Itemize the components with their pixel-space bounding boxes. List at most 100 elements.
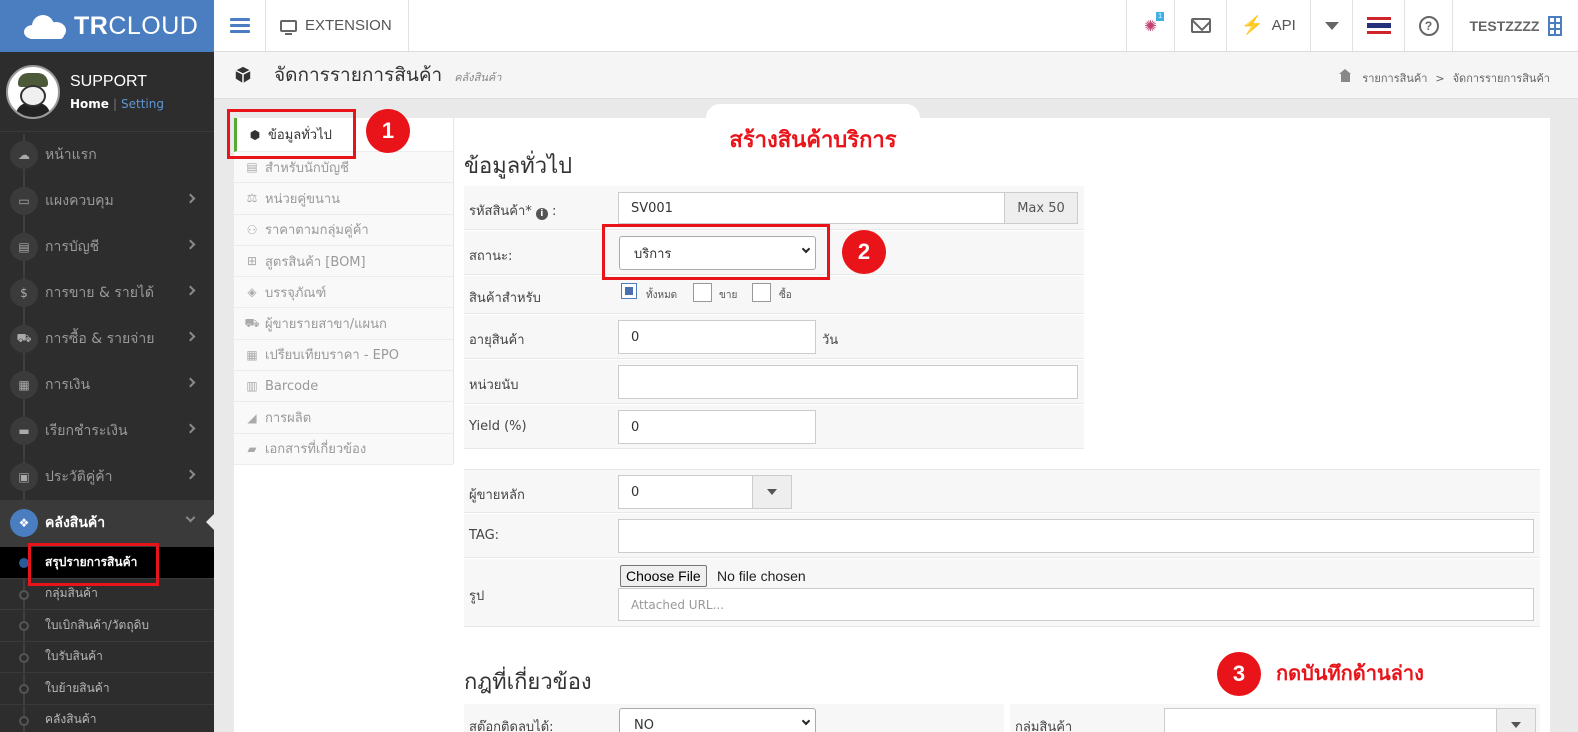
tab-label: สำหรับนักบัญชี [265,160,349,176]
breadcrumb: รายการสินค้า > จัดการรายการสินค้า [1339,69,1550,87]
tab-6[interactable]: ◈ บรรจุภัณฑ์ [234,277,453,309]
form-row-yield: Yield (%) 0 [464,405,1084,449]
tab-3[interactable]: ⚖ หน่วยคู่ขนาน [234,183,453,215]
bullet-icon [19,684,29,694]
credit-card-icon: ▬ [10,417,38,445]
page-subtitle: คลังสินค้า [454,71,502,84]
bullet-icon [19,652,29,663]
help-button[interactable]: ? [1404,0,1452,51]
user-menu[interactable]: TESTZZZZ [1452,0,1578,51]
yield-label: Yield (%) [469,419,527,434]
product-group-input[interactable] [1164,708,1536,732]
sidebar-item-label: หน้าแรก [45,147,97,163]
profile-name: SUPPORT [70,72,148,90]
sidebar-item-1[interactable]: ☁ หน้าแรก [0,132,214,178]
attached-url-input[interactable]: Attached URL... [618,588,1534,621]
sidebar-item-5[interactable]: ⛟ การซื้อ & รายจ่าย [0,316,214,362]
tab-9[interactable]: ▥ Barcode [234,371,453,403]
main-vendor-input[interactable]: 0 [618,475,754,509]
sidebar-item-6[interactable]: ▦ การเงิน [0,362,214,408]
form-row-age: อายุสินค้า 0 วัน [464,315,1084,359]
product-code-input[interactable]: SV001 [618,192,1006,224]
home-icon[interactable] [1339,69,1352,82]
users-icon: ⚇ [246,222,258,237]
sidebar-subitem[interactable]: ใบย้ายสินค้า [0,672,214,704]
vendor-dropdown-button[interactable] [752,475,792,509]
vendor-label: ผู้ขายหลัก [469,488,525,503]
sidebar-subitem[interactable]: คลังสินค้า [0,703,214,732]
sidebar-item-warehouse[interactable]: ❖ คลังสินค้า [0,500,214,546]
sidebar-item-label: คลังสินค้า [45,515,106,531]
tab-label: ราคาตามกลุ่มคู่ค้า [265,223,369,239]
user-name: TESTZZZZ [1469,17,1540,34]
yield-input[interactable]: 0 [618,410,816,444]
negative-stock-select[interactable]: NO [619,708,816,732]
setting-link[interactable]: Setting [121,97,164,111]
language-button[interactable] [1352,0,1404,51]
sidebar-item-label: เรียกชำระเงิน [45,423,128,439]
profile: SUPPORT Home | Setting [0,52,214,132]
sidebar-item-8[interactable]: ▣ ประวัติคู่ค้า [0,454,214,500]
tab-label: เปรียบเทียบราคา - EPO [265,348,399,364]
annotation-note: กดบันทึกด้านล่าง [1276,661,1424,685]
tag-input[interactable] [618,519,1534,553]
tab-8[interactable]: ▦ เปรียบเทียบราคา - EPO [234,340,453,372]
form-row-vendor: ผู้ขายหลัก 0 [464,469,1540,513]
page-title: จัดการรายการสินค้า [274,65,443,86]
all-checkbox[interactable] [621,283,637,299]
brand-logo[interactable]: TRCLOUD [0,0,214,52]
avatar[interactable] [6,64,60,119]
sidebar-item-7[interactable]: ▬ เรียกชำระเงิน [0,408,214,454]
tab-5[interactable]: ⊞ สูตรสินค้า [BOM] [234,246,453,278]
notification-button[interactable]: ✺ 1 [1126,0,1174,51]
sidebar-subitem[interactable]: ใบรับสินค้า [0,640,214,673]
cubes-icon: ❖ [10,509,38,537]
product-group-dropdown-button[interactable] [1496,708,1536,732]
sidebar-item-2[interactable]: ▭ แผงควบคุม [0,178,214,224]
tab-label: เอกสารที่เกี่ยวข้อง [265,442,367,458]
menu-toggle-button[interactable] [214,0,266,51]
sidebar-item-label: การบัญชี [45,239,100,255]
form-row-product-for: สินค้าสำหรับ ทั้งหมด ขาย ซื้อ [464,276,1084,314]
home-link[interactable]: Home [70,97,109,111]
question-circle-icon: ? [1418,15,1439,36]
chevron-down-icon [185,512,196,523]
sidebar-item-3[interactable]: ▤ การบัญชี [0,224,214,270]
unit-label: หน่วยนับ [469,378,519,393]
dropdown-button[interactable] [1310,0,1352,51]
tab-label: การผลิต [265,411,312,427]
caret-down-icon [1511,722,1521,728]
api-button[interactable]: ⚡ API [1226,0,1310,51]
form-row-unit: หน่วยนับ [464,360,1084,404]
address-book-icon: ▣ [10,463,38,491]
monitor-icon: ▭ [10,187,38,215]
section-title: ข้อมูลทั่วไป [464,153,573,178]
unit-input[interactable] [618,365,1078,399]
barcode-icon: ▥ [246,379,258,394]
main-panel: ⬢ ข้อมูลทั่วไป ▤ สำหรับนักบัญชี ⚖ หน่วยคู่ขนา… [234,118,1550,732]
annotation-number: 3 [1217,652,1261,696]
tab-7[interactable]: ⛟ ผู้ขายรายสาขา/แผนก [234,308,453,340]
tab-4[interactable]: ⚇ ราคาตามกลุ่มคู่ค้า [234,215,453,246]
choose-file-button[interactable]: Choose File [620,565,707,587]
tab-11[interactable]: ▰ เอกสารที่เกี่ยวข้อง [234,434,453,465]
sell-checkbox[interactable] [693,283,712,302]
sidebar-subitem[interactable]: ใบเบิกสินค้า/วัตถุดิบ [0,609,214,641]
building-icon [1547,15,1562,36]
product-age-input[interactable]: 0 [618,320,816,354]
monitor-icon [280,19,297,35]
buy-checkbox[interactable] [752,283,771,302]
api-label: API [1271,17,1296,34]
chevron-right-icon [185,285,196,296]
extension-button[interactable]: EXTENSION [266,0,409,51]
mail-button[interactable] [1174,0,1226,51]
sidebar-item-4[interactable]: $ การขาย & รายได้ [0,270,214,316]
breadcrumb-item[interactable]: รายการสินค้า [1362,69,1427,87]
bullet-icon [19,589,29,600]
age-label: อายุสินค้า [469,333,525,348]
content-header: จัดการรายการสินค้า คลังสินค้า รายการสินค… [214,52,1578,99]
negative-stock-label: สต๊อกติดลบได้: [469,720,554,732]
area-chart-icon: ◢ [247,410,257,425]
cart-icon: ⛟ [10,325,38,353]
tab-10[interactable]: ◢ การผลิต [234,402,453,434]
